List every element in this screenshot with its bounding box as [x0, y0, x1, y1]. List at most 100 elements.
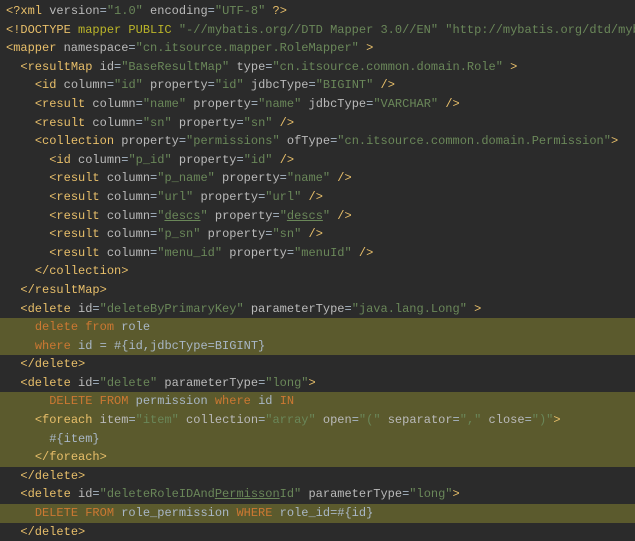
code-token: role	[121, 320, 150, 334]
code-token: =	[136, 116, 143, 130]
code-token: ofType	[280, 134, 330, 148]
code-token: >	[467, 302, 481, 316]
code-line[interactable]: <mapper namespace="cn.itsource.mapper.Ro…	[0, 39, 635, 58]
code-token: "sn"	[272, 227, 301, 241]
code-token: id	[78, 376, 92, 390]
code-token: "name"	[258, 97, 301, 111]
code-token: property	[172, 153, 237, 167]
code-token: =	[280, 171, 287, 185]
code-token: "array"	[265, 413, 315, 427]
code-token: property	[121, 134, 179, 148]
code-token: "-//mybatis.org//DTD Mapper 3.0//EN"	[179, 23, 438, 37]
code-token: property	[200, 227, 265, 241]
code-line[interactable]: </resultMap>	[0, 281, 635, 300]
code-line[interactable]: <foreach item="item" collection="array" …	[0, 411, 635, 430]
code-token: close	[481, 413, 524, 427]
code-token: column	[107, 227, 150, 241]
code-line[interactable]: #{item}	[0, 430, 635, 449]
code-line[interactable]: <id column="id" property="id" jdbcType="…	[0, 76, 635, 95]
code-token: descs	[287, 209, 323, 223]
code-line[interactable]: <result column="menu_id" property="menuI…	[0, 244, 635, 263]
code-token: parameterType	[244, 302, 345, 316]
code-token: <result	[49, 246, 107, 260]
code-line[interactable]: <!DOCTYPE mapper PUBLIC "-//mybatis.org/…	[0, 21, 635, 40]
code-token: column	[107, 171, 150, 185]
code-token: ")"	[532, 413, 554, 427]
code-line[interactable]: </collection>	[0, 262, 635, 281]
code-line[interactable]: <result column="sn" property="sn" />	[0, 114, 635, 133]
code-token: "long"	[265, 376, 308, 390]
code-line[interactable]: <result column="descs" property="descs" …	[0, 207, 635, 226]
code-token: <delete	[20, 487, 78, 501]
code-token: IN	[280, 394, 294, 408]
code-line[interactable]: <result column="name" property="name" jd…	[0, 95, 635, 114]
code-line[interactable]: <result column="p_name" property="name" …	[0, 169, 635, 188]
code-token: column	[78, 153, 121, 167]
code-line[interactable]: <collection property="permissions" ofTyp…	[0, 132, 635, 151]
code-editor[interactable]: <?xml version="1.0" encoding="UTF-8" ?><…	[0, 2, 635, 541]
code-token: =	[208, 4, 215, 18]
code-line[interactable]: <id column="p_id" property="id" />	[0, 151, 635, 170]
code-token: =	[92, 376, 99, 390]
code-token: "1.0"	[107, 4, 143, 18]
code-token: </delete>	[20, 525, 85, 539]
code-line[interactable]: <delete id="deleteByPrimaryKey" paramete…	[0, 300, 635, 319]
code-line[interactable]: <?xml version="1.0" encoding="UTF-8" ?>	[0, 2, 635, 21]
code-token: "item"	[136, 413, 179, 427]
code-token: where	[35, 339, 78, 353]
code-token: Permisson	[215, 487, 280, 501]
code-token: =	[453, 413, 460, 427]
code-token: property	[208, 209, 273, 223]
code-token: open	[316, 413, 352, 427]
code-token: </foreach>	[35, 450, 107, 464]
code-token: encoding	[143, 4, 208, 18]
code-line[interactable]: DELETE FROM permission where id IN	[0, 392, 635, 411]
code-token: mapper PUBLIC	[78, 23, 179, 37]
code-token: collection	[179, 413, 258, 427]
code-token: =	[287, 246, 294, 260]
code-line[interactable]: <delete id="delete" parameterType="long"…	[0, 374, 635, 393]
code-line[interactable]: </delete>	[0, 355, 635, 374]
code-line[interactable]: where id = #{id,jdbcType=BIGINT}	[0, 337, 635, 356]
code-token: =	[208, 78, 215, 92]
code-token: "BIGINT"	[316, 78, 374, 92]
code-token: WHERE	[236, 506, 279, 520]
code-line[interactable]: <delete id="deleteRoleIDAndPermissonId" …	[0, 485, 635, 504]
code-token: parameterType	[157, 376, 258, 390]
code-token: "name"	[287, 171, 330, 185]
code-line[interactable]: </delete>	[0, 467, 635, 486]
code-token: >	[553, 413, 560, 427]
code-token: DELETE FROM	[49, 394, 135, 408]
code-token: />	[373, 78, 395, 92]
code-token: descs	[164, 209, 200, 223]
code-line[interactable]: <result column="url" property="url" />	[0, 188, 635, 207]
code-token: "http://mybatis.org/dtd/mybatis-3-mapper…	[445, 23, 635, 37]
code-line[interactable]: </foreach>	[0, 448, 635, 467]
code-token: =	[136, 97, 143, 111]
code-token: item	[100, 413, 129, 427]
code-line[interactable]: DELETE FROM role_permission WHERE role_i…	[0, 504, 635, 523]
code-token: <result	[49, 171, 107, 185]
code-token: </delete>	[20, 357, 85, 371]
code-line[interactable]: <result column="p_sn" property="sn" />	[0, 225, 635, 244]
code-token: "url"	[265, 190, 301, 204]
code-token: id	[78, 302, 92, 316]
code-line[interactable]: </delete>	[0, 523, 635, 541]
code-token: />	[352, 246, 374, 260]
code-token: =	[309, 78, 316, 92]
code-token: >	[308, 376, 315, 390]
code-line[interactable]: delete from role	[0, 318, 635, 337]
code-token: property	[143, 78, 208, 92]
code-token: "url"	[157, 190, 193, 204]
code-token: "VARCHAR"	[373, 97, 438, 111]
code-token: Id"	[280, 487, 302, 501]
code-token: />	[301, 190, 323, 204]
code-token: "sn"	[244, 116, 273, 130]
code-token: delete from	[35, 320, 121, 334]
code-token: />	[438, 97, 460, 111]
code-token: =	[272, 209, 279, 223]
code-token: namespace	[64, 41, 129, 55]
code-token: "name"	[143, 97, 186, 111]
code-line[interactable]: <resultMap id="BaseResultMap" type="cn.i…	[0, 58, 635, 77]
code-token: parameterType	[301, 487, 402, 501]
